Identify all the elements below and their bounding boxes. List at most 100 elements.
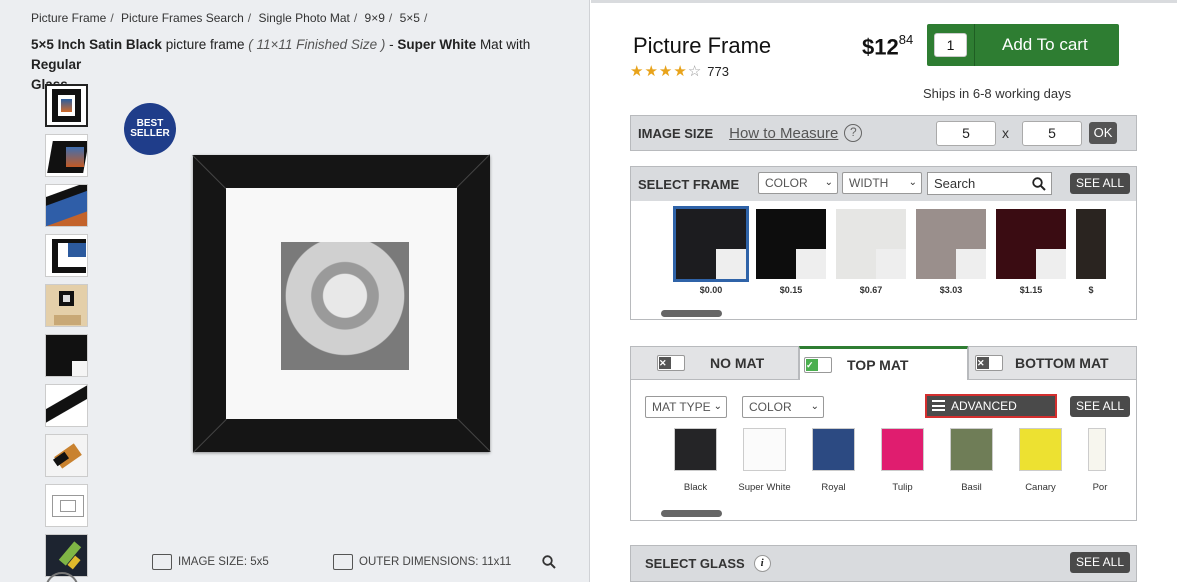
mat-see-all-button[interactable]: SEE ALL [1069, 396, 1130, 417]
title-text: picture frame [161, 37, 249, 52]
mat-swatch[interactable] [950, 428, 993, 471]
quantity-input[interactable]: 1 [934, 33, 967, 57]
mat-color-select-value: COLOR [749, 400, 792, 414]
tab-bottom-mat[interactable]: BOTTOM MAT [968, 346, 1137, 380]
frame-search-input[interactable]: Search [927, 172, 1052, 195]
glass-see-all-button[interactable]: SEE ALL [1069, 552, 1130, 573]
thumbnail-backing-view[interactable] [45, 534, 88, 577]
advanced-mode-button[interactable]: ADVANCED MODE [925, 394, 1057, 433]
zoom-icon[interactable] [542, 555, 556, 569]
info-icon[interactable]: i [753, 555, 771, 572]
image-size-text: IMAGE SIZE: 5x5 [178, 556, 269, 568]
mat-swatch[interactable] [812, 428, 855, 471]
outer-dimensions-icon [333, 554, 353, 570]
mat-swatch-name: Black [683, 482, 708, 493]
breadcrumb-link-9x9[interactable]: 9×9 [365, 11, 385, 25]
mat-swatch-name: Royal [821, 482, 846, 493]
thumbnail-front-view[interactable] [45, 84, 88, 127]
title-glass-type: Regular [31, 57, 82, 72]
tab-no-mat[interactable]: NO MAT [630, 346, 799, 380]
thumbnail-hardware-view[interactable] [45, 434, 88, 477]
add-to-cart-button[interactable]: Add To cart [1002, 35, 1088, 55]
unchecked-box-icon [657, 355, 685, 371]
title-with: Mat with [476, 37, 531, 52]
review-count[interactable]: 773 [707, 64, 729, 79]
thumbnail-dimension-diagram[interactable] [45, 484, 88, 527]
search-icon[interactable] [1032, 177, 1046, 191]
mat-scrollbar[interactable] [661, 510, 722, 517]
select-frame-header: SELECT FRAME COLOR ⌄ WIDTH ⌄ Search SEE AL… [631, 167, 1136, 201]
mat-tabs: NO MAT TOP MAT BOTTOM MAT [630, 346, 1137, 380]
how-to-measure-link[interactable]: How to Measure [729, 125, 838, 142]
image-size-icon [152, 554, 172, 570]
star-icon: ★ [673, 63, 687, 80]
thumbnail-angle-view[interactable] [45, 134, 88, 177]
mat-swatch[interactable] [1088, 428, 1106, 471]
frame-swatch-price: $ [1088, 285, 1094, 295]
frame-swatch[interactable] [756, 209, 826, 279]
thumbnail-profile-view[interactable] [45, 234, 88, 277]
add-to-cart-group: 1 Add To cart [927, 24, 1119, 66]
checked-box-icon [804, 356, 832, 373]
breadcrumb-link-5x5[interactable]: 5×5 [400, 11, 420, 25]
mat-color-select[interactable]: COLOR ⌄ [742, 396, 824, 418]
mat-swatch[interactable] [881, 428, 924, 471]
photo-preview [281, 242, 409, 370]
rating-stars[interactable]: ★ ★ ★ ★ ☆ 773 [630, 62, 729, 80]
thumbnail-moulding-view[interactable] [45, 384, 88, 427]
height-input[interactable]: 5 [1022, 121, 1082, 146]
frame-swatch[interactable] [916, 209, 986, 279]
mat-swatch[interactable] [743, 428, 786, 471]
thumbnail-frame-detail[interactable] [45, 334, 88, 377]
star-icon: ★ [644, 63, 658, 80]
mat-swatch-name: Basil [961, 482, 982, 493]
frame-swatch[interactable] [996, 209, 1066, 279]
mat-type-select[interactable]: MAT TYPE ⌄ [645, 396, 727, 418]
image-size-label: IMAGE SIZE [638, 125, 714, 141]
sliders-icon [932, 400, 945, 411]
price: $1284 [862, 32, 913, 60]
frame-preview[interactable] [192, 154, 491, 453]
mat-corner-preview [956, 249, 986, 279]
title-mat: Super White [397, 37, 477, 52]
price-dollars: $12 [862, 34, 899, 60]
tab-top-mat-label: TOP MAT [847, 356, 909, 373]
help-icon[interactable]: ? [844, 124, 863, 142]
unchecked-box-icon [975, 355, 1003, 371]
thumbnail-corner-view[interactable] [45, 184, 88, 227]
breadcrumb-link-single-photo-mat[interactable]: Single Photo Mat [258, 11, 349, 25]
thumbnail-room-view[interactable] [45, 284, 88, 327]
frame-see-all-button[interactable]: SEE ALL [1069, 173, 1130, 194]
tab-top-mat[interactable]: TOP MAT [799, 346, 968, 380]
select-glass-section: SELECT GLASS i SEE ALL [630, 545, 1137, 582]
mat-panel: MAT TYPE ⌄ COLOR ⌄ ADVANCED MODE SEE ALL B… [630, 380, 1137, 521]
breadcrumb-link-picture-frame[interactable]: Picture Frame [31, 11, 106, 25]
select-frame-label: SELECT FRAME [638, 176, 740, 192]
frame-swatch-price: $3.03 [939, 285, 963, 295]
frame-scrollbar[interactable] [661, 310, 722, 317]
frame-swatch[interactable] [836, 209, 906, 279]
product-config-panel: Picture Frame ★ ★ ★ ★ ☆ 773 $1284 1 Add … [591, 0, 1177, 582]
frame-swatch[interactable] [1076, 209, 1106, 279]
frame-width-select[interactable]: WIDTH ⌄ [842, 172, 922, 194]
title-dash: - [385, 37, 398, 52]
mat-swatch-name: Tulip [892, 482, 913, 493]
select-glass-label: SELECT GLASS [645, 556, 745, 571]
product-title: 5×5 Inch Satin Black picture frame ( 11×… [31, 35, 581, 95]
star-empty-icon: ☆ [687, 63, 702, 80]
ok-button[interactable]: OK [1089, 122, 1117, 144]
frame-color-select[interactable]: COLOR ⌄ [758, 172, 838, 194]
title-finished-size: ( 11×11 Finished Size ) [248, 37, 386, 52]
image-size-info: IMAGE SIZE: 5x5 [152, 554, 269, 570]
width-input[interactable]: 5 [936, 121, 996, 146]
product-name: Picture Frame [633, 33, 772, 58]
chevron-down-icon: ⌄ [908, 177, 917, 188]
frame-swatch[interactable] [673, 206, 749, 282]
frame-search-placeholder: Search [934, 176, 976, 191]
mat-swatch-name: Por [1092, 482, 1108, 493]
mat-swatch[interactable] [674, 428, 717, 471]
mat-swatch[interactable] [1019, 428, 1062, 471]
frame-swatch-price: $0.15 [779, 285, 803, 295]
title-size: 5×5 Inch Satin Black [31, 37, 162, 52]
breadcrumb-link-search[interactable]: Picture Frames Search [121, 11, 244, 25]
